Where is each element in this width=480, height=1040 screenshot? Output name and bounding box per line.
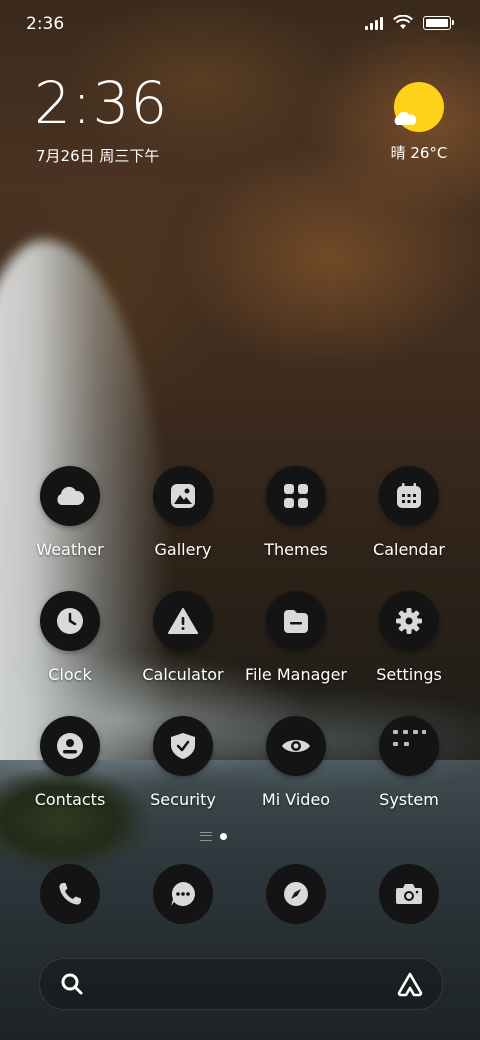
weather-icon [40,466,100,526]
messages-icon [171,882,195,906]
app-label: Weather [36,540,104,559]
page-indicator-dot-active [220,833,227,840]
app-label: Themes [264,540,328,559]
page-indicator[interactable] [200,832,227,841]
settings-icon [379,591,439,651]
system-folder-icon [379,716,439,776]
security-icon [153,716,213,776]
clock-icon [40,591,100,651]
app-file-manager[interactable]: File Manager [240,591,352,684]
app-label: Security [150,790,216,809]
app-label: System [379,790,439,809]
weather-widget[interactable]: 晴 26°C [384,82,454,163]
app-security[interactable]: Security [127,716,239,809]
app-label: Mi Video [261,790,331,809]
page-indicator-list [200,832,212,841]
app-clock[interactable]: Clock [14,591,126,684]
app-gallery[interactable]: Gallery [127,466,239,559]
themes-icon [266,466,326,526]
dock-camera-button[interactable] [379,864,439,924]
status-time: 2:36 [26,14,65,34]
file-manager-icon [266,591,326,651]
wifi-icon [393,15,413,29]
app-calculator[interactable]: Calculator [127,591,239,684]
app-label: Settings [376,665,442,684]
search-bar[interactable] [39,958,443,1010]
app-weather[interactable]: Weather [14,466,126,559]
app-contacts[interactable]: Contacts [14,716,126,809]
clock-widget-time[interactable]: 2:36 [34,74,168,132]
browser-icon [284,882,308,906]
assistant-icon[interactable] [396,971,424,997]
app-label: Calendar [373,540,445,559]
app-label: Clock [48,665,92,684]
app-calendar[interactable]: Calendar [353,466,465,559]
app-label: File Manager [245,665,347,684]
clock-widget-date[interactable]: 7月26日 周三下午 [36,145,159,166]
dock-browser-button[interactable] [266,864,326,924]
app-label: Calculator [142,665,224,684]
phone-icon [59,883,81,905]
app-mi-video[interactable]: Mi Video [240,716,352,809]
app-label: Gallery [154,540,212,559]
sunny-weather-icon [394,82,444,132]
contacts-icon [40,716,100,776]
app-settings[interactable]: Settings [353,591,465,684]
gallery-icon [153,466,213,526]
app-system-folder[interactable]: System [353,716,465,809]
dock-phone-button[interactable] [40,864,100,924]
search-icon[interactable] [60,972,84,996]
status-bar: 2:36 [0,0,480,48]
calendar-icon [379,466,439,526]
calculator-icon [153,591,213,651]
dock-messages-button[interactable] [153,864,213,924]
mi-video-icon [266,716,326,776]
cellular-signal-icon [365,16,383,30]
app-themes[interactable]: Themes [240,466,352,559]
app-label: Contacts [34,790,106,809]
weather-text: 晴 26°C [390,144,448,162]
camera-icon [396,884,422,904]
battery-icon [423,15,454,30]
